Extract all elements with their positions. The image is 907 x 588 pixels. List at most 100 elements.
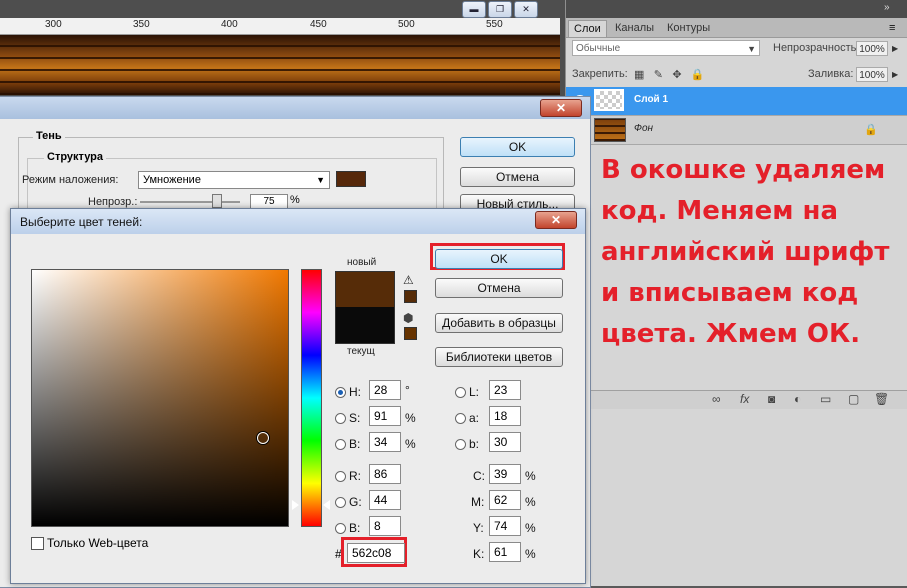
fill-slider-arrow-icon[interactable]: ▶ [892, 70, 898, 79]
radio-a[interactable] [455, 413, 466, 424]
lock-position-icon[interactable]: ✥ [672, 69, 681, 81]
fx-icon[interactable]: fx [740, 392, 749, 406]
radio-r[interactable] [335, 471, 346, 482]
close-icon[interactable]: ✕ [535, 211, 577, 229]
link-icon[interactable]: ∞ [712, 392, 721, 406]
field-label: K: [473, 547, 485, 561]
panel-menu-icon[interactable]: ≡ [884, 20, 900, 36]
field-unit: % [525, 469, 536, 483]
web-safe-swatch[interactable] [404, 327, 417, 340]
field-label: G: [349, 495, 362, 509]
layer-style-titlebar [0, 97, 590, 119]
magenta-input[interactable]: 62 [489, 490, 521, 510]
color-libraries-button[interactable]: Библиотеки цветов [435, 347, 563, 367]
web-only-label: Только Web-цвета [47, 536, 149, 550]
layer-row-background[interactable]: Фон 🔒 [566, 116, 907, 145]
shadow-opacity-slider[interactable] [140, 201, 240, 203]
radio-l[interactable] [455, 387, 466, 398]
layer-blend-mode-value: Обычные [576, 43, 621, 54]
color-field-cursor[interactable] [257, 432, 269, 444]
radio-lab-b[interactable] [455, 439, 466, 450]
current-color-swatch[interactable] [335, 307, 395, 344]
saturation-brightness-field[interactable] [31, 269, 289, 527]
document-window-controls: ▬ ❐ ✕ [462, 1, 538, 18]
green-input[interactable]: 44 [369, 490, 401, 510]
tab-paths[interactable]: Контуры [662, 20, 715, 36]
fill-input[interactable]: 100% [856, 67, 888, 82]
lock-all-icon[interactable]: 🔒 [691, 69, 705, 81]
field-unit: % [525, 521, 536, 535]
web-only-checkbox[interactable] [31, 537, 44, 550]
yellow-input[interactable]: 74 [489, 516, 521, 536]
opacity-slider-arrow-icon[interactable]: ▶ [892, 44, 898, 53]
layer-thumbnail [594, 89, 624, 111]
radio-h[interactable] [335, 387, 346, 398]
close-icon[interactable]: ✕ [540, 99, 582, 117]
panel-tabs: Слои Каналы Контуры ≡ [566, 18, 907, 38]
lock-transparency-icon[interactable]: ▦ [634, 69, 644, 81]
mask-icon[interactable]: ◙ [768, 392, 775, 406]
new-color-label: новый [347, 257, 377, 268]
brick-canvas[interactable] [0, 35, 560, 95]
field-label: Y: [473, 521, 484, 535]
radio-s[interactable] [335, 413, 346, 424]
hue-slider-arrow-icon[interactable] [292, 500, 299, 510]
gamut-correction-swatch[interactable] [404, 290, 417, 303]
layer-row-layer1[interactable]: Слой 1 [566, 87, 907, 116]
shadow-group-title: Тень [33, 130, 65, 142]
ruler-tick-label: 400 [221, 19, 238, 30]
new-layer-icon[interactable]: ▢ [848, 392, 859, 406]
collapse-icon[interactable]: » [884, 2, 890, 13]
lab-b-input[interactable]: 30 [489, 432, 521, 452]
hue-slider[interactable] [301, 269, 322, 527]
shadow-color-swatch[interactable] [336, 171, 366, 187]
lab-l-input[interactable]: 23 [489, 380, 521, 400]
radio-g[interactable] [335, 497, 346, 508]
field-unit: % [405, 411, 416, 425]
ruler-tick-label: 500 [398, 19, 415, 30]
layer-blend-mode-select[interactable]: Обычные ▼ [572, 40, 760, 56]
blue-input[interactable]: 8 [369, 516, 401, 536]
gamut-warning-icon[interactable]: ⚠ [403, 273, 414, 287]
layer-opacity-input[interactable]: 100% [856, 41, 888, 56]
shadow-opacity-slider-thumb[interactable] [212, 194, 222, 208]
layer-name: Фон [634, 123, 654, 134]
cancel-button[interactable]: Отмена [460, 167, 575, 187]
trash-icon[interactable]: 🗑 [874, 392, 889, 406]
lock-pixels-icon[interactable]: ✎ [654, 69, 663, 81]
blend-mode-select[interactable]: Умножение ▼ [138, 171, 330, 189]
radio-blue[interactable] [335, 523, 346, 534]
layer-thumbnail [594, 118, 626, 142]
radio-b[interactable] [335, 439, 346, 450]
brightness-input[interactable]: 34 [369, 432, 401, 452]
chevron-down-icon: ▼ [316, 175, 325, 185]
web-safe-cube-icon[interactable]: ⬢ [403, 311, 413, 325]
close-icon[interactable]: ✕ [514, 1, 538, 18]
group-icon[interactable]: ▭ [820, 392, 831, 406]
blend-mode-value: Умножение [143, 174, 201, 186]
field-label: a: [469, 411, 480, 425]
shadow-opacity-unit: % [290, 194, 300, 206]
ok-button[interactable]: OK [435, 249, 563, 269]
black-input[interactable]: 61 [489, 542, 521, 562]
minimize-icon[interactable]: ▬ [462, 1, 486, 18]
cyan-input[interactable]: 39 [489, 464, 521, 484]
lab-a-input[interactable]: 18 [489, 406, 521, 426]
ok-button[interactable]: OK [460, 137, 575, 157]
field-unit: % [525, 547, 536, 561]
tab-layers[interactable]: Слои [568, 20, 607, 37]
saturation-input[interactable]: 91 [369, 406, 401, 426]
restore-icon[interactable]: ❐ [488, 1, 512, 18]
field-unit: % [525, 495, 536, 509]
cancel-button[interactable]: Отмена [435, 278, 563, 298]
field-label: L: [469, 385, 480, 399]
horizontal-ruler: 300 350 400 450 500 550 [0, 18, 560, 35]
hex-input[interactable]: 562c08 [347, 543, 405, 563]
red-input[interactable]: 86 [369, 464, 401, 484]
field-label: H: [349, 385, 361, 399]
hue-slider-arrow-icon[interactable] [323, 500, 330, 510]
adjustment-icon[interactable]: ◐ [794, 392, 801, 406]
tab-channels[interactable]: Каналы [610, 20, 659, 36]
add-to-swatches-button[interactable]: Добавить в образцы [435, 313, 563, 333]
hue-input[interactable]: 28 [369, 380, 401, 400]
